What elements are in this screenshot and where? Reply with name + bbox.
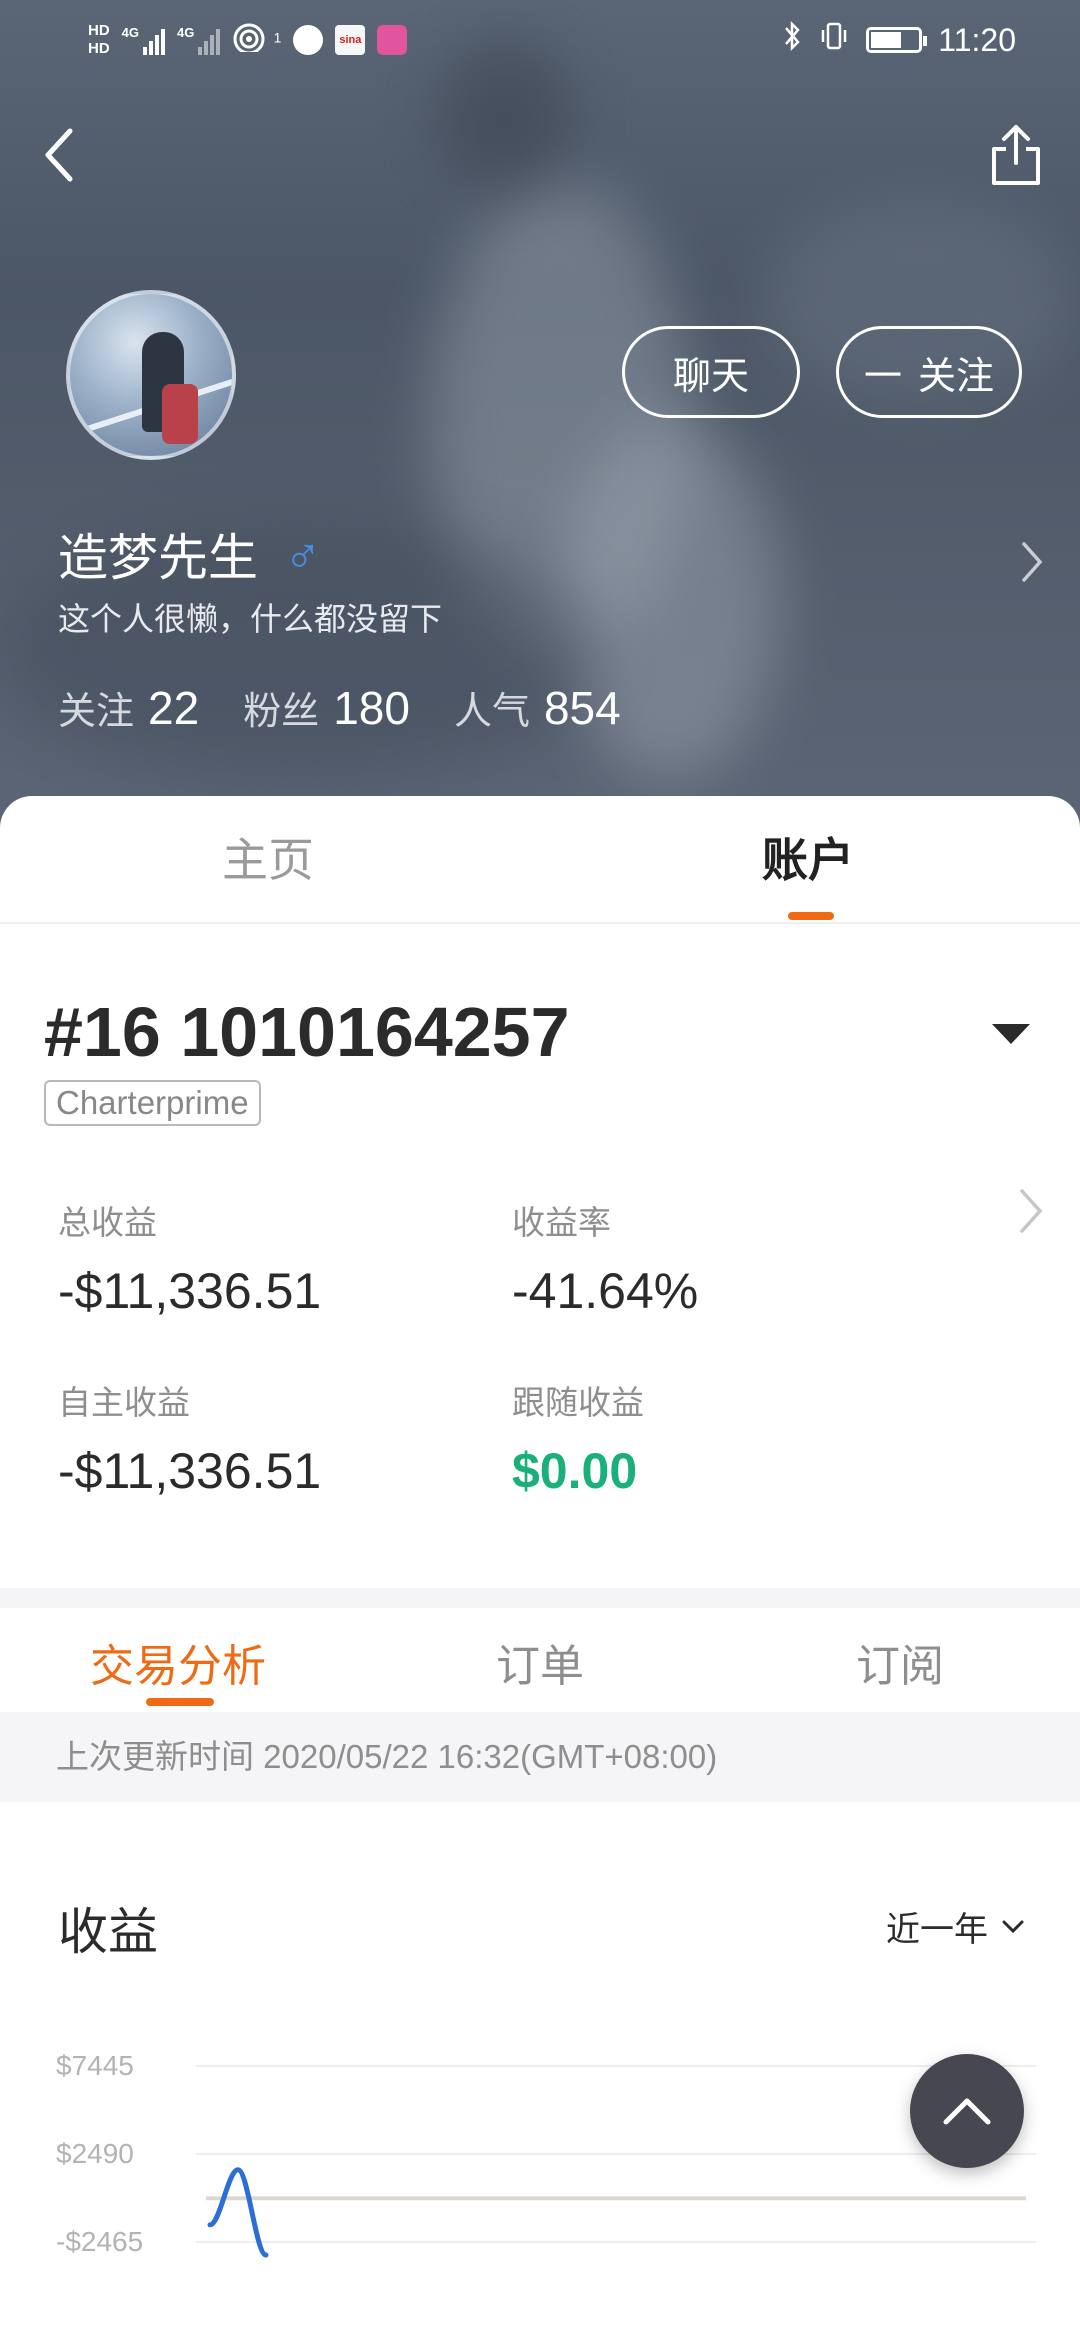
signal-icon: 4G <box>121 25 166 55</box>
metric-value: -41.64% <box>512 1263 699 1319</box>
y-tick-label: $7445 <box>56 2050 134 2081</box>
account-card: 主页 账户 #16 1010164257 Charterprime 总收益 -$… <box>0 796 1080 2340</box>
sina-label: sina <box>339 34 362 46</box>
globe-icon <box>293 25 324 55</box>
section-divider <box>0 1588 1080 1608</box>
chevron-right-icon[interactable] <box>1020 540 1044 596</box>
broker-tag: Charterprime <box>44 1080 261 1126</box>
wifi-icon-svg <box>233 23 265 54</box>
follow-plus-icon: 一 <box>863 355 902 398</box>
signal-bar <box>204 41 209 55</box>
metric-label: 跟随收益 <box>512 1384 644 1421</box>
metric-self-profit: 自主收益 -$11,336.51 <box>58 1376 321 1500</box>
profile-name-row[interactable]: 造梦先生 ♂ <box>58 518 322 590</box>
network1-label: 4G <box>121 25 140 40</box>
tab-trade-analysis[interactable]: 交易分析 <box>90 1630 266 1694</box>
stat-following[interactable]: 关注 22 <box>58 680 199 735</box>
metric-return-rate: 收益率 -41.64% <box>512 1196 698 1320</box>
hd1-label: HD <box>88 22 110 39</box>
network2-label: 4G <box>177 25 195 40</box>
stat-value: 180 <box>333 682 410 734</box>
caret-down-icon[interactable] <box>992 1024 1030 1044</box>
stat-label: 粉丝 <box>243 691 320 733</box>
signal-bar <box>210 35 215 55</box>
follow-button-label: 关注 <box>918 355 995 398</box>
scroll-to-top-button[interactable] <box>910 2054 1024 2168</box>
stat-label: 关注 <box>58 691 135 733</box>
status-time: 11:20 <box>938 21 1016 58</box>
profile-header: HD HD 4G 4G 1 sina 11:20 聊天 一 关注 造梦先生 ♂ … <box>0 0 1080 830</box>
metric-value: -$11,336.51 <box>58 1443 322 1499</box>
analysis-tabs: 交易分析 订单 订阅 <box>0 1608 1080 1708</box>
bluetooth-icon <box>782 20 802 60</box>
range-select-label: 近一年 <box>886 1911 988 1949</box>
status-bar-right: 11:20 <box>782 12 1016 68</box>
chat-button[interactable]: 聊天 <box>622 326 800 418</box>
wifi-icon: 1 <box>232 22 281 59</box>
profile-tabs: 主页 账户 <box>0 796 1080 924</box>
avatar-photo-clothing <box>162 384 198 444</box>
signal-bar <box>155 35 160 55</box>
tab-account[interactable]: 账户 <box>762 824 854 890</box>
wifi-badge: 1 <box>273 28 282 45</box>
chevron-left-icon <box>45 128 73 182</box>
active-tab-indicator <box>788 912 834 920</box>
y-tick-label: $2490 <box>56 2138 134 2169</box>
hd-indicator: HD HD <box>88 22 110 58</box>
sina-weibo-icon: sina <box>335 25 366 55</box>
tab-subscriptions[interactable]: 订阅 <box>856 1630 944 1694</box>
battery-fill <box>871 32 902 48</box>
y-tick-label: -$2465 <box>56 2226 144 2257</box>
stat-followers[interactable]: 粉丝 180 <box>243 680 410 735</box>
metric-label: 收益率 <box>512 1204 611 1241</box>
vibrate-icon <box>818 20 850 60</box>
follow-button[interactable]: 一 关注 <box>836 326 1022 418</box>
chat-button-label: 聊天 <box>672 355 749 398</box>
metric-value: -$11,336.51 <box>58 1263 322 1319</box>
stat-value: 854 <box>543 682 621 734</box>
profile-bio: 这个人很懒，什么都没留下 <box>58 601 443 637</box>
metric-value: $0.00 <box>512 1443 638 1499</box>
status-bar-left: HD HD 4G 4G 1 sina <box>88 10 408 70</box>
metric-label: 总收益 <box>58 1204 157 1241</box>
signal-bar <box>143 47 148 55</box>
signal-bar <box>149 41 154 55</box>
avatar[interactable] <box>66 290 236 460</box>
tab-orders[interactable]: 订单 <box>496 1630 584 1694</box>
range-select[interactable]: 近一年 <box>886 1902 1024 1951</box>
metric-total-profit: 总收益 -$11,336.51 <box>58 1196 321 1320</box>
account-number: #16 1010164257 <box>44 993 570 1071</box>
app-icon <box>377 25 408 55</box>
stat-value: 22 <box>148 682 200 734</box>
active-subtab-indicator <box>146 1698 214 1706</box>
share-icon <box>992 125 1040 185</box>
chevron-down-icon <box>1002 1920 1024 1933</box>
signal-bar <box>216 29 221 55</box>
last-update-text: 上次更新时间 2020/05/22 16:32(GMT+08:00) <box>0 1712 1080 1802</box>
chevron-right-icon[interactable] <box>1018 1186 1044 1248</box>
status-bar: HD HD 4G 4G 1 sina 11:20 <box>0 0 1080 80</box>
earnings-title: 收益 <box>58 1904 158 1960</box>
chevron-up-icon <box>943 2098 991 2125</box>
male-gender-icon: ♂ <box>284 526 322 582</box>
profile-name: 造梦先生 <box>58 530 258 586</box>
share-button[interactable] <box>976 110 1056 200</box>
stat-label: 人气 <box>453 691 530 733</box>
stat-popularity: 人气 854 <box>454 680 621 735</box>
profile-stats: 关注 22 粉丝 180 人气 854 <box>58 680 621 735</box>
tab-home[interactable]: 主页 <box>222 824 314 890</box>
back-button[interactable] <box>30 115 90 195</box>
metric-label: 自主收益 <box>58 1384 190 1421</box>
metric-follow-profit: 跟随收益 $0.00 <box>512 1376 644 1500</box>
battery-icon <box>866 27 928 53</box>
signal-bar <box>161 29 166 55</box>
signal-icon-2: 4G <box>177 25 221 55</box>
signal-bar <box>198 47 203 55</box>
hd2-label: HD <box>88 40 110 57</box>
